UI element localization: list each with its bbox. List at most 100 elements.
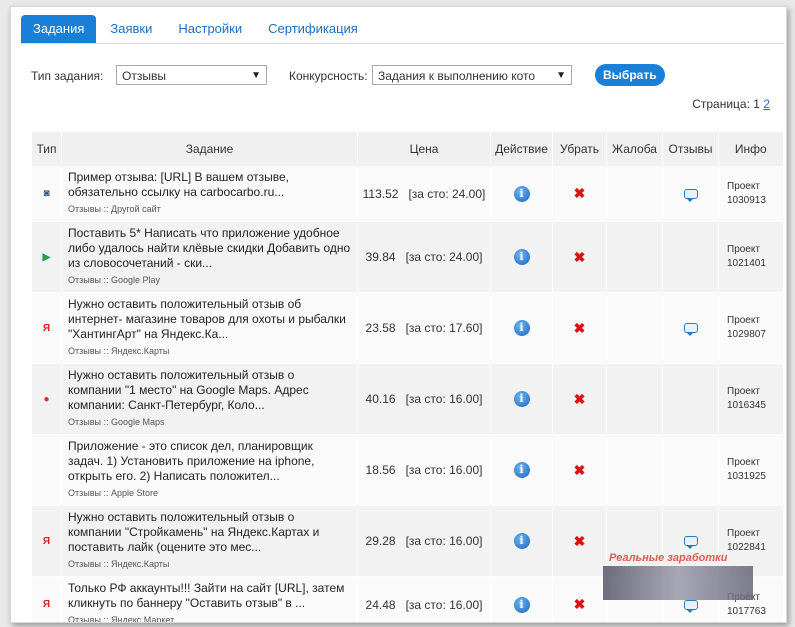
- project-label: Проект: [727, 315, 760, 326]
- action-cell: i: [490, 166, 553, 222]
- type-cell: Я: [31, 505, 62, 577]
- close-icon[interactable]: ✖: [554, 391, 605, 408]
- task-cell[interactable]: Нужно оставить положительный отзыв о ком…: [61, 505, 358, 577]
- competition-value: Задания к выполнению кото: [378, 69, 536, 83]
- task-category: Отзывы :: Google Play: [68, 275, 160, 285]
- col-price: Цена: [357, 132, 491, 166]
- info-icon[interactable]: i: [513, 185, 530, 202]
- table-header: Тип Задание Цена Действие Убрать Жалоба …: [31, 132, 783, 166]
- task-text: Нужно оставить положительный отзыв о ком…: [68, 510, 320, 554]
- task-cell[interactable]: Только РФ аккаунты!!! Зайти на сайт [URL…: [61, 576, 358, 622]
- table-row: ▶ Поставить 5* Написать что приложение уд…: [31, 221, 783, 293]
- watermark-image: [603, 566, 753, 600]
- price-per-hundred: [за сто: 24.00]: [408, 186, 486, 201]
- task-cell[interactable]: Пример отзыва: [URL] В вашем отзыве, обя…: [61, 166, 358, 222]
- task-category: Отзывы :: Яндекс.Карты: [68, 559, 170, 569]
- complaint-cell: [606, 434, 663, 506]
- watermark: Реальные заработки: [603, 552, 763, 602]
- complaint-cell: [606, 221, 663, 293]
- close-icon[interactable]: ✖: [554, 596, 605, 613]
- reviews-cell: [662, 363, 719, 435]
- task-cell[interactable]: Приложение - это список дел, планировщик…: [61, 434, 358, 506]
- comment-icon[interactable]: [683, 323, 698, 336]
- task-text: Поставить 5* Написать что приложение удо…: [68, 226, 351, 270]
- price-per-hundred: [за сто: 16.00]: [405, 534, 483, 548]
- remove-cell: ✖: [552, 434, 607, 506]
- project-label: Проект: [727, 180, 760, 192]
- google-play-icon: ▶: [42, 251, 51, 263]
- other-site-icon: ◙: [43, 188, 50, 199]
- close-icon[interactable]: ✖: [554, 249, 605, 266]
- submit-button[interactable]: Выбрать: [595, 64, 665, 86]
- project-label: Проект: [727, 457, 760, 468]
- remove-cell: ✖: [552, 576, 607, 622]
- project-id: 1016345: [727, 400, 766, 411]
- project-id: 1030913: [727, 194, 766, 206]
- close-icon[interactable]: ✖: [554, 462, 605, 479]
- project-label: Проект: [727, 244, 760, 255]
- price-cell: 29.28 [за сто: 16.00]: [357, 505, 491, 577]
- competition-label: Конкурсность:: [289, 69, 368, 83]
- main-panel: Задания Заявки Настройки Сертификация Ти…: [10, 6, 787, 623]
- comment-icon[interactable]: [683, 188, 698, 202]
- close-icon[interactable]: ✖: [554, 185, 605, 202]
- col-type: Тип: [31, 132, 62, 166]
- yandex-icon: Я: [42, 599, 51, 610]
- col-reviews: Отзывы: [662, 132, 719, 166]
- reviews-cell: [662, 166, 719, 222]
- price-cell: 113.52 [за сто: 24.00]: [357, 166, 491, 222]
- task-category: Отзывы :: Яндекс.Карты: [68, 346, 170, 356]
- project-label: Проект: [727, 528, 760, 539]
- price-value: 23.58: [365, 321, 396, 335]
- info-icon[interactable]: i: [513, 596, 530, 613]
- price-value: 40.16: [365, 392, 396, 406]
- info-icon[interactable]: i: [513, 320, 530, 336]
- comment-icon[interactable]: [683, 536, 698, 549]
- task-text: Только РФ аккаунты!!! Зайти на сайт [URL…: [68, 581, 345, 610]
- info-icon[interactable]: i: [513, 249, 530, 265]
- remove-cell: ✖: [552, 505, 607, 577]
- tab-settings[interactable]: Настройки: [166, 15, 254, 43]
- price-per-hundred: [за сто: 16.00]: [405, 597, 483, 612]
- price-value: 113.52: [362, 186, 399, 201]
- table-row: ● Нужно оставить положительный отзыв о ко…: [31, 363, 783, 435]
- info-icon[interactable]: i: [513, 533, 530, 549]
- task-type-label: Тип задания:: [31, 69, 104, 83]
- tab-tasks[interactable]: Задания: [21, 15, 97, 43]
- remove-cell: ✖: [552, 221, 607, 293]
- competition-select[interactable]: Задания к выполнению кото ▼: [372, 65, 572, 85]
- info-cell: Проект 1016345: [718, 363, 783, 435]
- task-text: Нужно оставить положительный отзыв об ин…: [68, 297, 346, 341]
- col-action: Действие: [490, 132, 553, 166]
- action-cell: i: [490, 576, 553, 622]
- tab-requests[interactable]: Заявки: [98, 15, 164, 43]
- tab-divider: [21, 43, 784, 44]
- task-type-select[interactable]: Отзывы ▼: [116, 65, 267, 85]
- page-link-2[interactable]: 2: [763, 97, 770, 111]
- task-cell[interactable]: Поставить 5* Написать что приложение удо…: [61, 221, 358, 293]
- close-icon[interactable]: ✖: [554, 533, 605, 550]
- remove-cell: ✖: [552, 363, 607, 435]
- info-cell: Проект 1021401: [718, 221, 783, 293]
- info-icon[interactable]: i: [513, 462, 530, 478]
- task-cell[interactable]: Нужно оставить положительный отзыв об ин…: [61, 292, 358, 364]
- complaint-cell: [606, 166, 663, 222]
- reviews-cell: [662, 434, 719, 506]
- remove-cell: ✖: [552, 292, 607, 364]
- info-icon[interactable]: i: [513, 391, 530, 407]
- price-value: 29.28: [365, 534, 396, 548]
- price-value: 18.56: [365, 463, 396, 477]
- task-text: Приложение - это список дел, планировщик…: [68, 439, 315, 483]
- price-cell: 40.16 [за сто: 16.00]: [357, 363, 491, 435]
- reviews-cell: [662, 221, 719, 293]
- tab-certification[interactable]: Сертификация: [256, 15, 370, 43]
- task-cell[interactable]: Нужно оставить положительный отзыв о ком…: [61, 363, 358, 435]
- action-cell: i: [490, 221, 553, 293]
- type-cell: [31, 434, 62, 506]
- close-icon[interactable]: ✖: [554, 320, 605, 337]
- map-pin-icon: ●: [43, 393, 50, 405]
- task-type-value: Отзывы: [122, 69, 166, 83]
- type-cell: Я: [31, 292, 62, 364]
- filter-bar: Тип задания: Отзывы ▼ Конкурсность: Зада…: [31, 64, 781, 87]
- task-category: Отзывы :: Apple Store: [68, 488, 158, 498]
